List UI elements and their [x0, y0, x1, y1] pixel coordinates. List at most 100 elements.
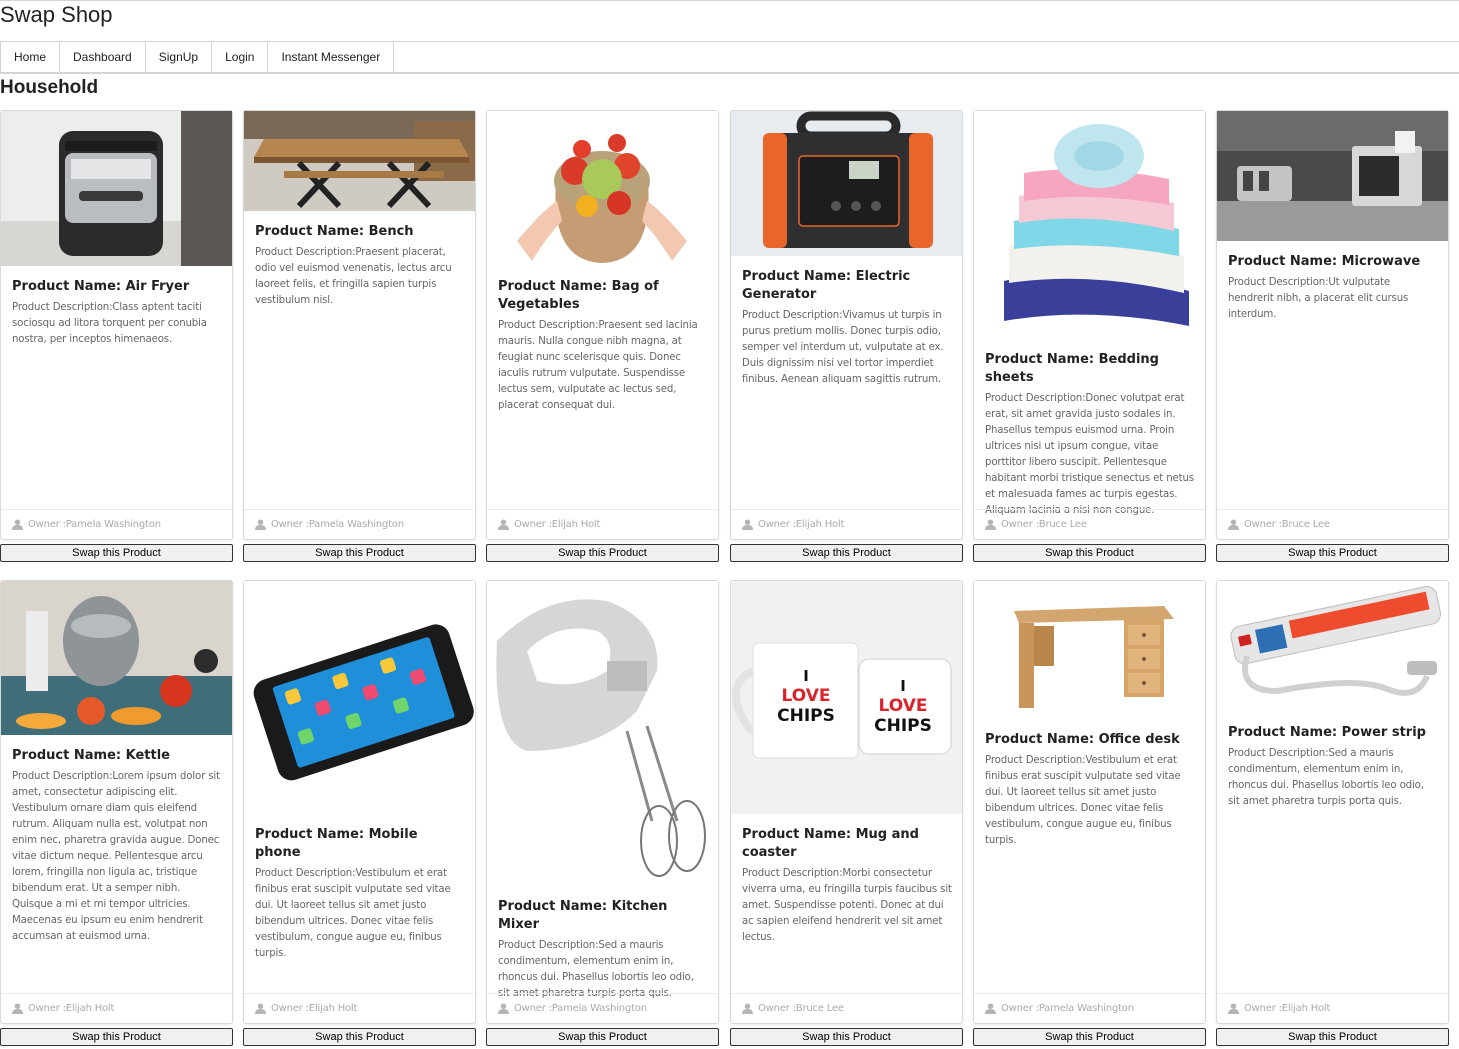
product-description: Product Description:Vivamus ut turpis in… [742, 310, 944, 385]
product-name: Product Name: Power strip [1228, 725, 1426, 740]
user-icon [255, 519, 266, 530]
product-card: Product Name: Mobile phone Product Descri… [243, 580, 476, 1024]
owner-name: Owner :Elijah Holt [514, 519, 601, 530]
user-icon [985, 519, 996, 530]
desk-photo [974, 581, 1205, 719]
owner-name: Owner :Elijah Holt [271, 1003, 358, 1014]
mug-print-text: I [900, 677, 906, 695]
card-owner: Owner :Elijah Holt [244, 993, 475, 1023]
card-owner: Owner :Pamela Washington [244, 509, 475, 539]
swap-product-button[interactable]: Swap this Product [973, 544, 1206, 562]
nav-signup[interactable]: SignUp [146, 42, 213, 72]
mug-photo: I LOVE CHIPS I LOVE CHIPS [731, 581, 962, 814]
product-name: Product Name: Office desk [985, 732, 1180, 747]
owner-name: Owner :Elijah Holt [1244, 1003, 1331, 1014]
user-icon [498, 1003, 509, 1014]
product-card: Product Name: Microwave Product Descripti… [1216, 110, 1449, 540]
user-icon [1228, 1003, 1239, 1014]
product-description: Product Description:Vestibulum et erat f… [255, 868, 451, 959]
nav-dashboard[interactable]: Dashboard [60, 42, 146, 72]
product-card: Product Name: Bench Product Description:P… [243, 110, 476, 540]
mixer-photo [487, 581, 718, 886]
product-name: Product Name: Air Fryer [12, 279, 190, 294]
product-name: Product Name: Electric Generator [742, 269, 911, 302]
product-description: Product Description:Praesent placerat, o… [255, 247, 452, 306]
product-card: Product Name: Bedding sheets Product Desc… [973, 110, 1206, 540]
swap-product-button[interactable]: Swap this Product [486, 1028, 719, 1046]
card-content: Product Name: Mobile phone Product Descri… [255, 826, 465, 962]
card-content: Product Name: Kitchen Mixer Product Descr… [498, 898, 708, 1002]
product-description: Product Description:Donec volutpat erat … [985, 393, 1194, 516]
user-icon [12, 1003, 23, 1014]
owner-name: Owner :Bruce Lee [1001, 519, 1087, 530]
card-content: Product Name: Mug and coaster Product Des… [742, 826, 952, 946]
product-name: Product Name: Kitchen Mixer [498, 899, 668, 932]
card-content: Product Name: Bedding sheets Product Desc… [985, 351, 1195, 519]
card-content: Product Name: Bag of Vegetables Product D… [498, 278, 708, 414]
card-content: Product Name: Electric Generator Product … [742, 268, 952, 388]
product-description: Product Description:Class aptent taciti … [12, 302, 207, 345]
card-owner: Owner :Pamela Washington [1, 509, 232, 539]
product-description: Product Description:Lorem ipsum dolor si… [12, 771, 220, 942]
card-owner: Owner :Bruce Lee [1217, 509, 1448, 539]
card-owner: Owner :Elijah Holt [1, 993, 232, 1023]
site-title: Swap Shop [0, 2, 113, 27]
card-owner: Owner :Pamela Washington [487, 993, 718, 1023]
user-icon [985, 1003, 996, 1014]
product-card: Product Name: Electric Generator Product … [730, 110, 963, 540]
product-name: Product Name: Bag of Vegetables [498, 279, 659, 312]
product-description: Product Description:Praesent sed lacinia… [498, 320, 698, 411]
swap-product-button[interactable]: Swap this Product [486, 544, 719, 562]
vegetables-photo [487, 111, 718, 266]
card-content: Product Name: Office desk Product Descrip… [985, 731, 1195, 849]
swap-product-button[interactable]: Swap this Product [973, 1028, 1206, 1046]
swap-product-button[interactable]: Swap this Product [1216, 544, 1449, 562]
user-icon [255, 1003, 266, 1014]
product-name: Product Name: Microwave [1228, 254, 1421, 269]
generator-photo [731, 111, 962, 256]
phone-photo [244, 581, 475, 814]
swap-product-button[interactable]: Swap this Product [243, 1028, 476, 1046]
user-icon [742, 1003, 753, 1014]
card-owner: Owner :Bruce Lee [731, 993, 962, 1023]
swap-product-button[interactable]: Swap this Product [243, 544, 476, 562]
owner-name: Owner :Bruce Lee [1244, 519, 1330, 530]
user-icon [1228, 519, 1239, 530]
bench-photo [244, 111, 475, 211]
owner-name: Owner :Pamela Washington [514, 1003, 647, 1014]
swap-product-button[interactable]: Swap this Product [0, 1028, 233, 1046]
power-strip-photo [1217, 581, 1448, 712]
nav-login[interactable]: Login [212, 42, 269, 72]
mug-print-text: LOVE [879, 696, 928, 716]
card-content: Product Name: Air Fryer Product Descripti… [12, 278, 222, 348]
product-description: Product Description:Vestibulum et erat f… [985, 755, 1181, 846]
category-title: Household [0, 77, 99, 98]
swap-product-button[interactable]: Swap this Product [730, 1028, 963, 1046]
product-card: Product Name: Air Fryer Product Descripti… [0, 110, 233, 540]
product-name: Product Name: Bedding sheets [985, 352, 1159, 385]
air-fryer-photo [1, 111, 232, 266]
swap-product-button[interactable]: Swap this Product [0, 544, 233, 562]
card-owner: Owner :Elijah Holt [487, 509, 718, 539]
nav-instant-messenger[interactable]: Instant Messenger [268, 42, 395, 72]
owner-name: Owner :Pamela Washington [1001, 1003, 1134, 1014]
card-content: Product Name: Bench Product Description:P… [255, 223, 465, 309]
user-icon [12, 519, 23, 530]
top-rule [0, 0, 1459, 1]
card-owner: Owner :Bruce Lee [974, 509, 1205, 539]
swap-product-button[interactable]: Swap this Product [1216, 1028, 1449, 1046]
mug-print-text: I [803, 667, 809, 685]
card-content: Product Name: Power strip Product Descrip… [1228, 724, 1438, 810]
product-card: Product Name: Bag of Vegetables Product D… [486, 110, 719, 540]
nav-home[interactable]: Home [0, 42, 61, 72]
mug-print-text: CHIPS [874, 716, 932, 736]
user-icon [498, 519, 509, 530]
swap-product-button[interactable]: Swap this Product [730, 544, 963, 562]
product-name: Product Name: Bench [255, 224, 414, 239]
card-owner: Owner :Elijah Holt [1217, 993, 1448, 1023]
card-owner: Owner :Pamela Washington [974, 993, 1205, 1023]
product-card: Product Name: Power strip Product Descrip… [1216, 580, 1449, 1024]
owner-name: Owner :Pamela Washington [271, 519, 404, 530]
product-card: Product Name: Office desk Product Descrip… [973, 580, 1206, 1024]
owner-name: Owner :Elijah Holt [28, 1003, 115, 1014]
